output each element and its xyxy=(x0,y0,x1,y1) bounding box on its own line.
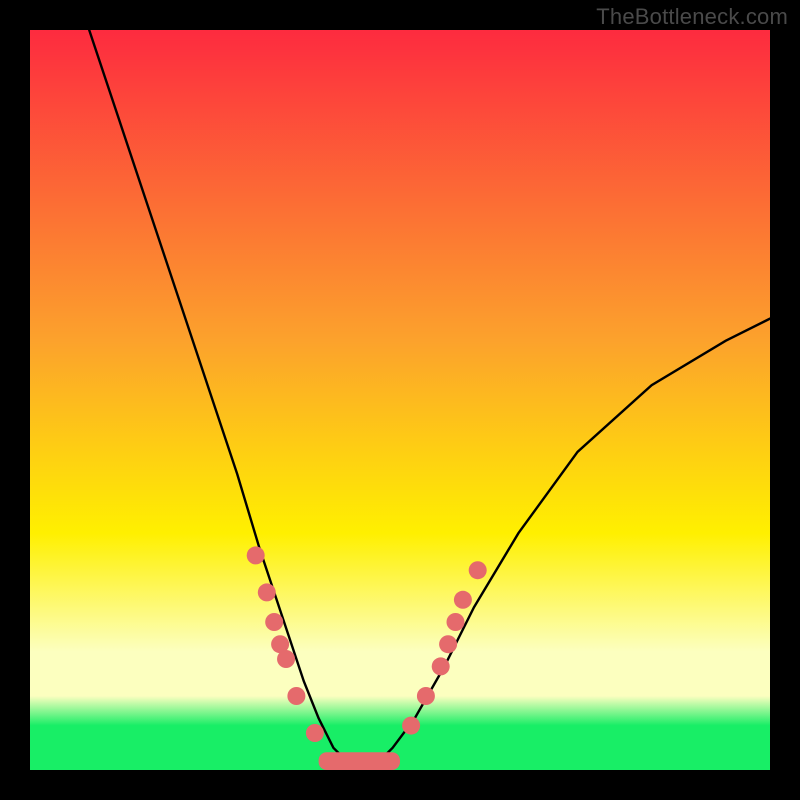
salmon-dot xyxy=(454,591,472,609)
salmon-dot xyxy=(306,724,324,742)
chart-frame: TheBottleneck.com xyxy=(0,0,800,800)
salmon-dot xyxy=(258,583,276,601)
salmon-dot xyxy=(265,613,283,631)
salmon-dot xyxy=(277,650,295,668)
salmon-dot xyxy=(447,613,465,631)
salmon-dot xyxy=(439,635,457,653)
salmon-dot xyxy=(432,657,450,675)
salmon-dots-group xyxy=(247,546,487,742)
plot-area xyxy=(30,30,770,770)
salmon-dot xyxy=(247,546,265,564)
salmon-dot xyxy=(402,717,420,735)
salmon-trough xyxy=(319,752,400,770)
chart-svg xyxy=(30,30,770,770)
salmon-dot xyxy=(469,561,487,579)
watermark-text: TheBottleneck.com xyxy=(596,4,788,30)
bottleneck-curve xyxy=(89,30,770,763)
salmon-dot xyxy=(287,687,305,705)
salmon-dot xyxy=(417,687,435,705)
